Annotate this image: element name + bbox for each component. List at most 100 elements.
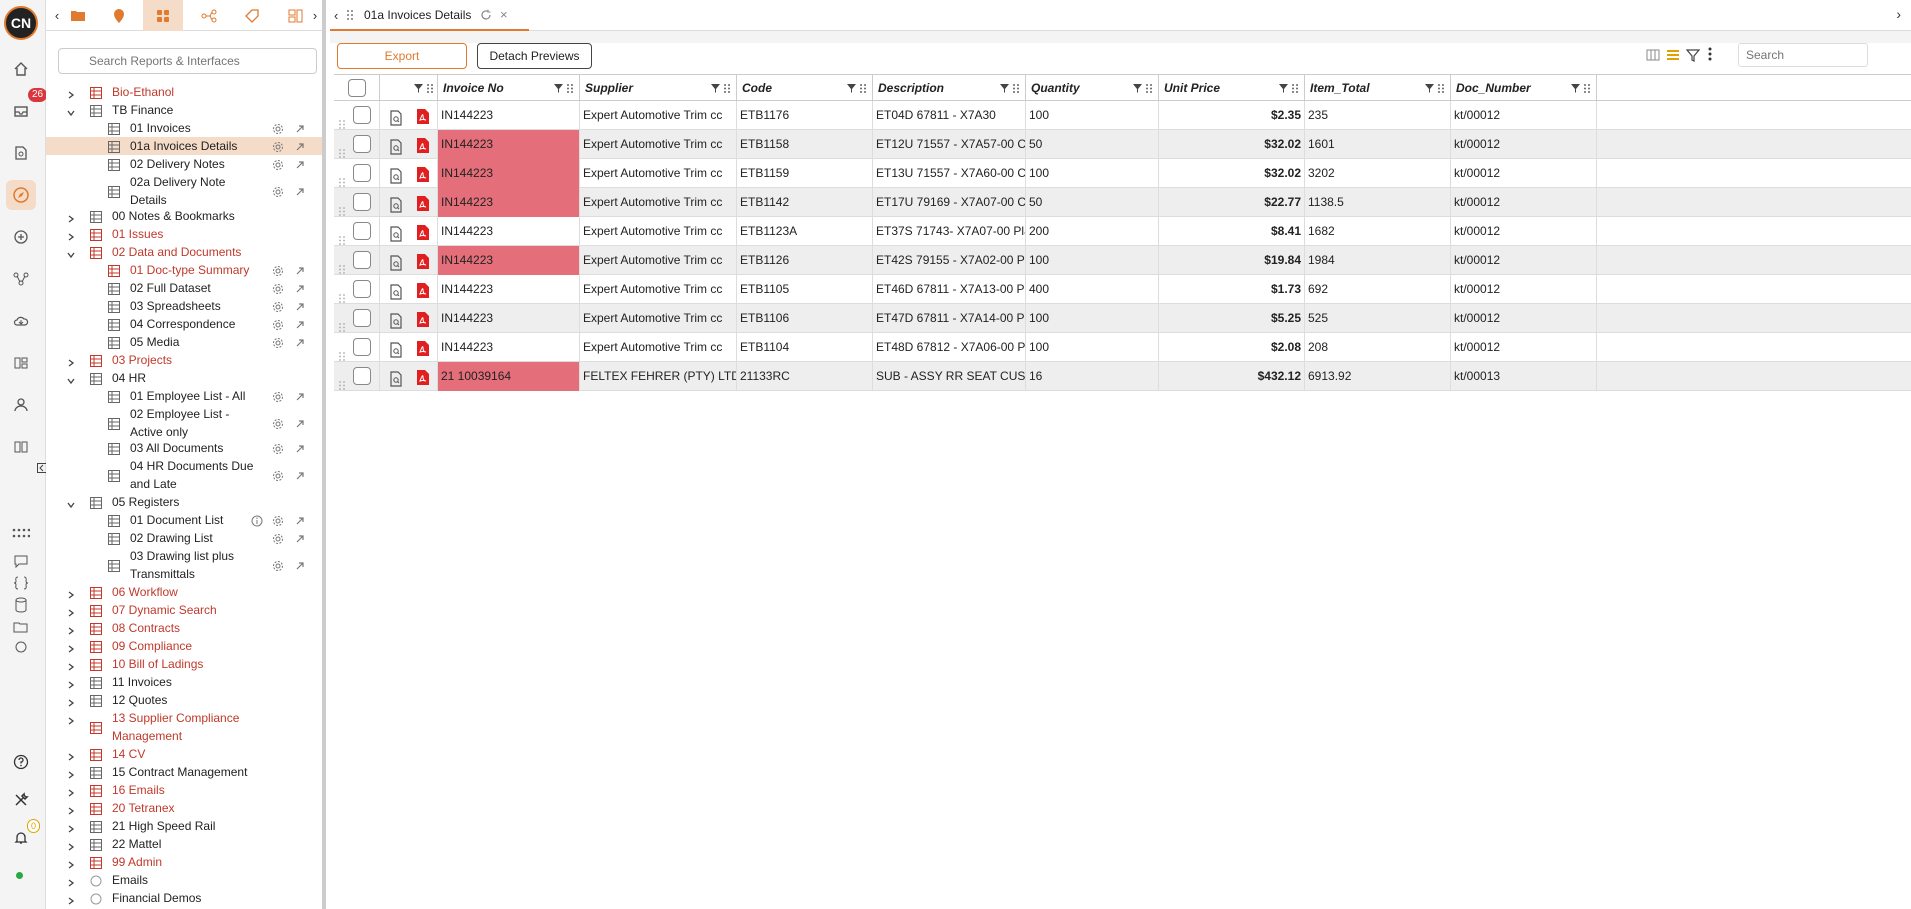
- tree-item[interactable]: 99 Admin: [46, 853, 322, 871]
- chevron-right-icon[interactable]: [66, 87, 76, 99]
- column-menu-icon[interactable]: [1583, 84, 1592, 93]
- row-checkbox[interactable]: [353, 164, 371, 182]
- document-search-icon[interactable]: [10, 142, 32, 164]
- chevron-down-icon[interactable]: [66, 247, 76, 259]
- row-checkbox[interactable]: [353, 135, 371, 153]
- open-external-icon[interactable]: [294, 282, 306, 294]
- column-menu-icon[interactable]: [1145, 84, 1154, 93]
- chevron-right-icon[interactable]: [66, 641, 76, 653]
- tree-item[interactable]: 16 Emails: [46, 781, 322, 799]
- settings-gear-icon[interactable]: [272, 532, 284, 544]
- table-row[interactable]: IN144223 Expert Automotive Trim cc ETB1106…: [334, 304, 1911, 333]
- open-external-icon[interactable]: [294, 559, 306, 571]
- column-menu-icon[interactable]: [1437, 84, 1446, 93]
- open-external-icon[interactable]: [294, 122, 306, 134]
- column-header[interactable]: Quantity: [1026, 75, 1159, 102]
- help-icon[interactable]: [10, 751, 32, 773]
- pdf-icon[interactable]: [416, 252, 430, 275]
- apps-grid-icon[interactable]: [10, 522, 32, 544]
- tree-item[interactable]: 05 Registers: [46, 493, 322, 511]
- tree-item[interactable]: 15 Contract Management: [46, 763, 322, 781]
- tree-item[interactable]: 06 Workflow: [46, 583, 322, 601]
- folder-open-icon[interactable]: [10, 616, 32, 638]
- tree-item[interactable]: 05 Media: [46, 333, 322, 351]
- preview-document-icon[interactable]: [389, 282, 403, 304]
- refresh-icon[interactable]: [480, 9, 492, 24]
- tree-item[interactable]: 02 Delivery Notes: [46, 155, 322, 173]
- tree-item[interactable]: 03 Drawing list plus Transmittals: [46, 547, 322, 583]
- settings-gear-icon[interactable]: [272, 282, 284, 294]
- open-external-icon[interactable]: [294, 185, 306, 197]
- folder-icon[interactable]: [62, 0, 94, 31]
- table-row[interactable]: IN144223 Expert Automotive Trim cc ETB1123…: [334, 217, 1911, 246]
- column-menu-icon[interactable]: [1012, 84, 1021, 93]
- chevron-down-icon[interactable]: [66, 497, 76, 509]
- chevron-right-icon[interactable]: [66, 605, 76, 617]
- row-drag-handle-icon[interactable]: [339, 343, 345, 361]
- home-icon[interactable]: [10, 58, 32, 80]
- chevron-right-icon[interactable]: ›: [308, 0, 322, 31]
- app-logo[interactable]: CN: [4, 6, 38, 40]
- preview-document-icon[interactable]: [389, 108, 403, 130]
- row-checkbox[interactable]: [353, 367, 371, 385]
- chevron-right-icon[interactable]: ›: [1896, 6, 1901, 22]
- settings-gear-icon[interactable]: [272, 122, 284, 134]
- settings-gear-icon[interactable]: [272, 514, 284, 526]
- tree-item[interactable]: 01a Invoices Details: [46, 137, 322, 155]
- row-drag-handle-icon[interactable]: [339, 256, 345, 274]
- settings-gear-icon[interactable]: [272, 559, 284, 571]
- tree-item[interactable]: Bio-Ethanol: [46, 83, 322, 101]
- user-icon[interactable]: [10, 394, 32, 416]
- table-row[interactable]: IN144223 Expert Automotive Trim cc ETB1105…: [334, 275, 1911, 304]
- tree-item[interactable]: 14 CV: [46, 745, 322, 763]
- tree-item[interactable]: 00 Notes & Bookmarks: [46, 207, 322, 225]
- table-row[interactable]: IN144223 Expert Automotive Trim cc ETB1142…: [334, 188, 1911, 217]
- open-external-icon[interactable]: [294, 469, 306, 481]
- layout-icon[interactable]: [279, 0, 311, 31]
- compass-icon[interactable]: [6, 180, 36, 210]
- tree-item[interactable]: 03 Spreadsheets: [46, 297, 322, 315]
- settings-gear-icon[interactable]: [272, 158, 284, 170]
- chevron-right-icon[interactable]: [66, 229, 76, 241]
- database-icon[interactable]: [10, 594, 32, 616]
- tree-item[interactable]: 10 Bill of Ladings: [46, 655, 322, 673]
- tree-item[interactable]: 07 Dynamic Search: [46, 601, 322, 619]
- sidebar-search-input[interactable]: [58, 48, 317, 74]
- chevron-right-icon[interactable]: [66, 857, 76, 869]
- tab-invoices-details[interactable]: ‹ 01a Invoices Details ×: [330, 0, 529, 31]
- tree-item[interactable]: Financial Demos: [46, 889, 322, 907]
- table-row[interactable]: IN144223 Expert Automotive Trim cc ETB1104…: [334, 333, 1911, 362]
- chevron-right-icon[interactable]: [66, 767, 76, 779]
- chevron-right-icon[interactable]: [66, 211, 76, 223]
- tree-item[interactable]: 11 Invoices: [46, 673, 322, 691]
- tree-item[interactable]: 01 Employee List - All: [46, 387, 322, 405]
- tools-icon[interactable]: [10, 789, 32, 811]
- filter-icon[interactable]: [554, 84, 563, 93]
- tree-item[interactable]: 01 Issues: [46, 225, 322, 243]
- table-row[interactable]: IN144223 Expert Automotive Trim cc ETB1158…: [334, 130, 1911, 159]
- preview-document-icon[interactable]: [389, 311, 403, 333]
- settings-gear-icon[interactable]: [272, 417, 284, 429]
- open-external-icon[interactable]: [294, 336, 306, 348]
- column-header[interactable]: Unit Price: [1159, 75, 1305, 102]
- chevron-right-icon[interactable]: [66, 677, 76, 689]
- chevron-right-icon[interactable]: [66, 821, 76, 833]
- settings-gear-icon[interactable]: [272, 469, 284, 481]
- chevron-right-icon[interactable]: [66, 785, 76, 797]
- open-external-icon[interactable]: [294, 442, 306, 454]
- cloud-download-icon[interactable]: [10, 310, 32, 332]
- pdf-icon[interactable]: [416, 194, 430, 217]
- settings-circle-icon[interactable]: [10, 636, 32, 658]
- drag-handle-icon[interactable]: [347, 9, 353, 24]
- tree-item[interactable]: 09 Compliance: [46, 637, 322, 655]
- chevron-right-icon[interactable]: [66, 695, 76, 707]
- chevron-right-icon[interactable]: [66, 659, 76, 671]
- column-menu-icon[interactable]: [859, 84, 868, 93]
- table-row[interactable]: IN144223 Expert Automotive Trim cc ETB1126…: [334, 246, 1911, 275]
- open-external-icon[interactable]: [294, 390, 306, 402]
- column-menu-icon[interactable]: [426, 84, 435, 93]
- row-checkbox[interactable]: [353, 222, 371, 240]
- row-checkbox[interactable]: [353, 309, 371, 327]
- table-row[interactable]: 21 10039164 FELTEX FEHRER (PTY) LTD 21133R…: [334, 362, 1911, 391]
- column-header[interactable]: Description: [873, 75, 1026, 102]
